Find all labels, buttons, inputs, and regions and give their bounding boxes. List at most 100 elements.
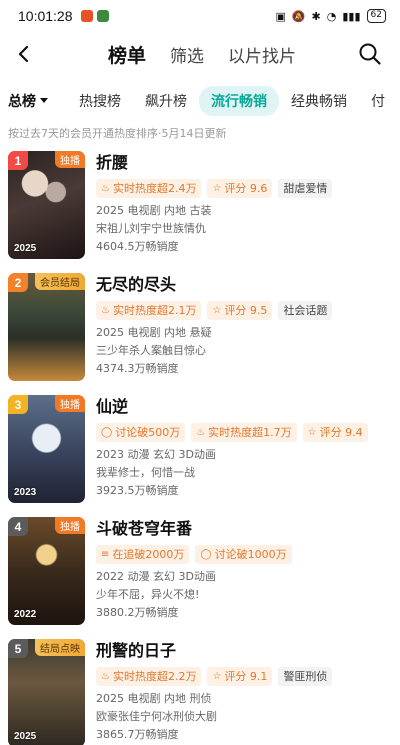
poster-image[interactable]: 1 独播 2025 bbox=[8, 151, 85, 259]
category-tab-1[interactable]: 飙升榜 bbox=[133, 86, 199, 116]
star-icon: ☆ bbox=[212, 183, 222, 194]
item-description: 我辈修士，何惜一战 bbox=[96, 466, 195, 479]
tag: ♨ 实时热度超1.7万 bbox=[191, 423, 297, 442]
item-title[interactable]: 无尽的尽头 bbox=[96, 274, 392, 296]
list-subtitle: 按过去7天的会员开通热度排序·5月14日更新 bbox=[8, 127, 227, 140]
tag: ◯ 讨论破500万 bbox=[96, 423, 186, 442]
nav-tab-2[interactable]: 以片找片 bbox=[228, 42, 296, 67]
signal-icon: ▮▮▮ bbox=[342, 9, 361, 23]
item-meta: 2025 电视剧 内地 古装 bbox=[96, 204, 212, 217]
nav-tabs: 榜单 筛选 以片找片 bbox=[108, 32, 296, 76]
status-right: ▣ 🔕 ✱ ◔ ▮▮▮ 62 bbox=[275, 9, 386, 23]
category-tab-0[interactable]: 热搜榜 bbox=[67, 86, 133, 116]
poster-year: 2025 bbox=[14, 243, 37, 254]
tag-text: 讨论破500万 bbox=[115, 426, 181, 439]
status-badge: 结局点映 bbox=[35, 639, 85, 656]
status-badge: 独播 bbox=[55, 517, 85, 534]
tag-text: 实时热度超2.4万 bbox=[112, 182, 197, 195]
item-title[interactable]: 仙逆 bbox=[96, 396, 392, 418]
status-badge: 会员结局 bbox=[35, 273, 85, 290]
category-dropdown[interactable]: 总榜 bbox=[8, 91, 49, 111]
category-tab-2[interactable]: 流行畅销 bbox=[199, 86, 279, 116]
list-item[interactable]: 3 独播 2023 仙逆 ◯ 讨论破500万 ♨ 实时热度超1.7万 ☆ 评分 9.4 2023 动… bbox=[0, 392, 400, 514]
item-info: 无尽的尽头 ♨ 实时热度超2.1万 ☆ 评分 9.5 社会话题 2025 电视剧 内地 悬疑… bbox=[96, 274, 392, 377]
item-description: 少年不屈，异火不熄! bbox=[96, 588, 200, 601]
poster-year: 2025 bbox=[14, 731, 37, 742]
battery-icon: 62 bbox=[366, 9, 386, 23]
item-sales: 3923.5万畅销度 bbox=[96, 484, 179, 497]
status-bar: 10:01:28 ▣ 🔕 ✱ ◔ ▮▮▮ 62 bbox=[0, 0, 400, 32]
item-sales: 3880.2万畅销度 bbox=[96, 606, 179, 619]
rank-badge: 2 bbox=[8, 273, 28, 292]
poster-year: 2022 bbox=[14, 609, 37, 620]
item-sales: 3865.7万畅销度 bbox=[96, 728, 179, 741]
item-title[interactable]: 斗破苍穹年番 bbox=[96, 518, 392, 540]
tag: 社会话题 bbox=[278, 301, 333, 320]
poster-image[interactable]: 4 独播 2022 bbox=[8, 517, 85, 625]
notification-icons bbox=[80, 10, 109, 22]
top-nav: 榜单 筛选 以片找片 bbox=[0, 32, 400, 76]
poster-image[interactable]: 2 会员结局 bbox=[8, 273, 85, 381]
tag: ♨ 实时热度超2.1万 bbox=[96, 301, 202, 320]
app-notification-icon bbox=[80, 10, 93, 22]
tag: ◯ 讨论破1000万 bbox=[195, 545, 292, 564]
item-tags: ◯ 讨论破500万 ♨ 实时热度超1.7万 ☆ 评分 9.4 bbox=[96, 423, 392, 442]
item-meta: 2025 电视剧 内地 刑侦 bbox=[96, 692, 212, 705]
star-icon: ☆ bbox=[212, 305, 222, 316]
item-sales: 4604.5万畅销度 bbox=[96, 240, 179, 253]
wifi-icon: ◔ bbox=[326, 9, 337, 23]
nfc-icon: ▣ bbox=[275, 9, 286, 23]
list-item[interactable]: 4 独播 2022 斗破苍穹年番 ≡ 在追破2000万 ◯ 讨论破1000万 2022 动漫 玄… bbox=[0, 514, 400, 636]
category-tab-3[interactable]: 经典畅销 bbox=[279, 86, 359, 116]
status-badge: 独播 bbox=[55, 151, 85, 168]
poster-image[interactable]: 3 独播 2023 bbox=[8, 395, 85, 503]
item-info: 刑警的日子 ♨ 实时热度超2.2万 ☆ 评分 9.1 警匪刑侦 2025 电视剧 内地 刑侦… bbox=[96, 640, 392, 743]
chevron-left-icon bbox=[18, 45, 29, 63]
tag-text: 甜虐爱情 bbox=[283, 182, 328, 195]
flame-icon: ♨ bbox=[101, 671, 110, 682]
category-tab-4[interactable]: 付 bbox=[359, 86, 397, 116]
flame-icon: ♨ bbox=[101, 183, 110, 194]
list-icon: ≡ bbox=[101, 549, 110, 560]
list-item[interactable]: 5 结局点映 2025 刑警的日子 ♨ 实时热度超2.2万 ☆ 评分 9.1 警匪刑侦 2025 … bbox=[0, 636, 400, 745]
category-tabs: 热搜榜 飙升榜 流行畅销 经典畅销付 bbox=[67, 86, 397, 116]
rank-badge: 4 bbox=[8, 517, 28, 536]
tag-text: 实时热度超1.7万 bbox=[208, 426, 292, 439]
tag: ☆ 评分 9.5 bbox=[207, 301, 273, 320]
item-title[interactable]: 折腰 bbox=[96, 152, 392, 174]
item-meta: 2025 电视剧 内地 悬疑 bbox=[96, 326, 212, 339]
ranking-list: 1 独播 2025 折腰 ♨ 实时热度超2.4万 ☆ 评分 9.6 甜虐爱情 2025 电视剧 内… bbox=[0, 148, 400, 745]
tag-text: 评分 9.5 bbox=[224, 304, 268, 317]
item-description: 欧豪张佳宁何冰刑侦大剧 bbox=[96, 710, 217, 723]
list-item[interactable]: 2 会员结局 无尽的尽头 ♨ 实时热度超2.1万 ☆ 评分 9.5 社会话题 2025 电视剧 … bbox=[0, 270, 400, 392]
tag: ♨ 实时热度超2.2万 bbox=[96, 667, 202, 686]
rank-badge: 1 bbox=[8, 151, 28, 170]
tag-text: 实时热度超2.1万 bbox=[112, 304, 197, 317]
nav-tab-0[interactable]: 榜单 bbox=[108, 41, 146, 68]
tag-text: 在追破2000万 bbox=[112, 548, 185, 561]
item-tags: ♨ 实时热度超2.1万 ☆ 评分 9.5 社会话题 bbox=[96, 301, 392, 320]
item-info: 折腰 ♨ 实时热度超2.4万 ☆ 评分 9.6 甜虐爱情 2025 电视剧 内地 古装 宋祖儿… bbox=[96, 152, 392, 255]
tag: ☆ 评分 9.6 bbox=[207, 179, 273, 198]
bluetooth-icon: ✱ bbox=[311, 9, 321, 23]
status-badge: 独播 bbox=[55, 395, 85, 412]
poster-image[interactable]: 5 结局点映 2025 bbox=[8, 639, 85, 745]
tag-text: 评分 9.4 bbox=[319, 426, 363, 439]
item-tags: ♨ 实时热度超2.4万 ☆ 评分 9.6 甜虐爱情 bbox=[96, 179, 392, 198]
nav-tab-1[interactable]: 筛选 bbox=[170, 42, 204, 67]
item-sales: 4374.3万畅销度 bbox=[96, 362, 179, 375]
star-icon: ☆ bbox=[307, 427, 317, 438]
list-item[interactable]: 1 独播 2025 折腰 ♨ 实时热度超2.4万 ☆ 评分 9.6 甜虐爱情 2025 电视剧 内… bbox=[0, 148, 400, 270]
category-dropdown-label: 总榜 bbox=[8, 94, 36, 110]
search-button[interactable] bbox=[358, 42, 382, 66]
tag-text: 警匪刑侦 bbox=[283, 670, 328, 683]
tag: ☆ 评分 9.4 bbox=[302, 423, 368, 442]
item-meta: 2022 动漫 玄幻 3D动画 bbox=[96, 570, 216, 583]
back-button[interactable] bbox=[10, 40, 38, 68]
rank-badge: 3 bbox=[8, 395, 28, 414]
item-description: 宋祖儿刘宇宁世族情仇 bbox=[96, 222, 206, 235]
item-title[interactable]: 刑警的日子 bbox=[96, 640, 392, 662]
item-description: 三少年杀人案触目惊心 bbox=[96, 344, 206, 357]
app-notification-icon-2 bbox=[96, 10, 109, 22]
tag-text: 评分 9.1 bbox=[224, 670, 268, 683]
